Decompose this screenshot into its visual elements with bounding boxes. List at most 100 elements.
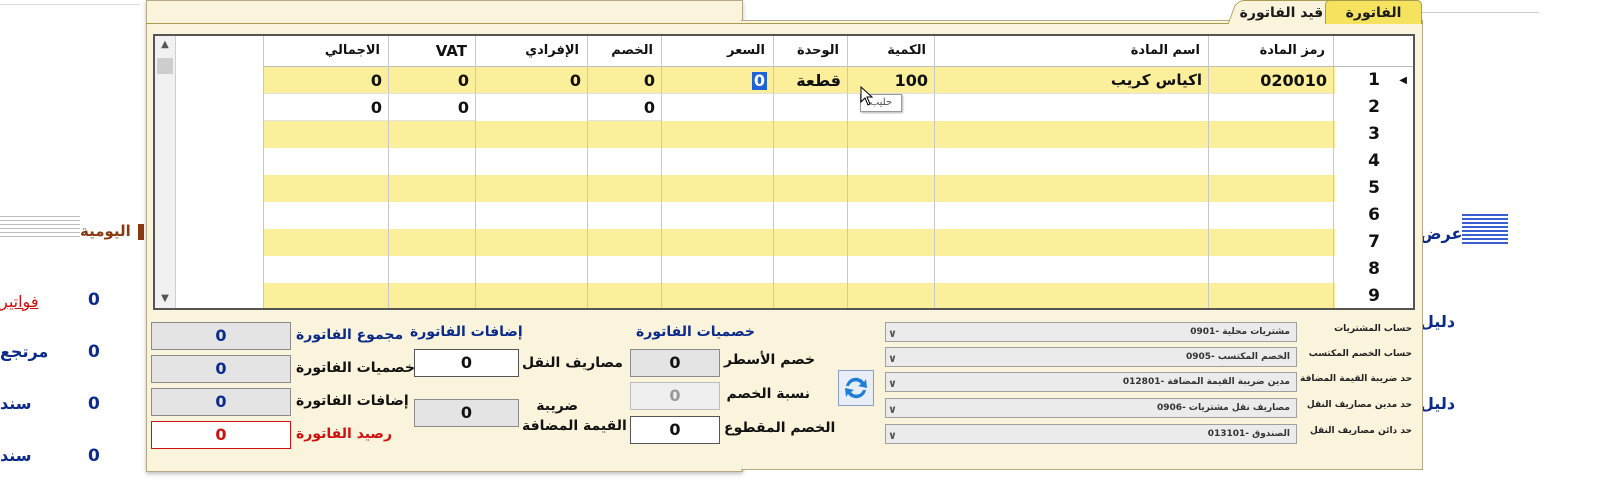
bg-list-icon xyxy=(1462,214,1508,246)
row-number[interactable]: 9 xyxy=(1335,283,1413,308)
row-number[interactable]: 7 xyxy=(1335,229,1413,257)
bg-left-item-label[interactable]: مرتجع xyxy=(0,342,48,361)
line-discount-label: خصم الأسطر xyxy=(724,352,816,368)
table-row[interactable] xyxy=(263,229,1335,256)
cell-price-value[interactable]: 0 xyxy=(751,72,767,90)
bg-left-item-label[interactable]: سند xyxy=(0,446,32,465)
invoice-total-field: 0 xyxy=(151,322,291,350)
invoice-balance-label: رصيد الفاتورة xyxy=(296,426,393,442)
row-number[interactable]: 3 xyxy=(1335,121,1413,149)
chevron-down-icon[interactable]: ∨ xyxy=(888,325,897,341)
account-label: حساب المشتريات xyxy=(1334,324,1412,334)
fixed-discount-input[interactable]: 0 xyxy=(630,416,720,444)
tab-invoice-entry[interactable]: قيد الفاتورة xyxy=(1227,0,1337,24)
account-row-purchases[interactable]: مشتريات محلية -0901 ∨ حساب المشتريات xyxy=(885,322,1415,344)
scroll-down-icon[interactable]: ▼ xyxy=(157,292,173,306)
chevron-down-icon[interactable]: ∨ xyxy=(888,427,897,443)
vat-label-line1: ضريبة xyxy=(536,398,578,414)
row-indicator-icon: ◀ xyxy=(1399,75,1407,86)
col-header-individual[interactable]: الإفرادي xyxy=(475,36,587,66)
col-header-quantity[interactable]: الكمية xyxy=(847,36,934,66)
bg-journal-label[interactable]: اليومية xyxy=(80,222,131,240)
account-label: حد مدين مصاريف النقل xyxy=(1306,400,1412,410)
bg-journal-marker xyxy=(138,224,144,240)
account-select[interactable]: مدين ضريبة القيمة المضافة -012801 ∨ xyxy=(885,372,1297,392)
cell-discount[interactable]: 0 xyxy=(587,67,661,94)
account-select[interactable]: مصاريف نقل مشتريات -0906 ∨ xyxy=(885,398,1297,418)
invoice-discounts-label: خصميات الفاتورة xyxy=(296,360,415,376)
cell-item-name[interactable]: اكياس كريب xyxy=(934,67,1208,94)
cell-item-code[interactable]: 020010 xyxy=(1208,67,1333,94)
cell-price-editing[interactable]: 0 xyxy=(661,67,773,94)
table-row[interactable] xyxy=(263,256,1335,283)
cell-total[interactable]: 0 xyxy=(263,67,388,94)
bg-guide-label-1[interactable]: دليل xyxy=(1420,312,1455,331)
row-number[interactable]: 6 xyxy=(1335,202,1413,230)
row-number[interactable]: 2 xyxy=(1335,94,1413,122)
account-select-value: الخصم المكتسب -0905 xyxy=(1185,352,1290,362)
transport-cost-input[interactable]: 0 xyxy=(414,349,519,377)
row-number[interactable]: 1 ◀ xyxy=(1335,67,1413,95)
table-row[interactable] xyxy=(263,283,1335,308)
account-select[interactable]: الخصم المكتسب -0905 ∨ xyxy=(885,347,1297,367)
invoice-total-label: مجموع الفاتورة xyxy=(296,327,404,343)
cell-individual[interactable]: 0 xyxy=(475,67,587,94)
col-header-item-code[interactable]: رمز المادة xyxy=(1208,36,1333,66)
bg-separator-left xyxy=(0,216,80,238)
scroll-up-icon[interactable]: ▲ xyxy=(157,38,173,52)
bg-left-item-count: 0 xyxy=(88,342,100,362)
chevron-down-icon[interactable]: ∨ xyxy=(888,401,897,417)
vat-label-line2: القيمة المضافة xyxy=(522,418,627,434)
table-row[interactable] xyxy=(263,202,1335,229)
cell-vat[interactable]: 0 xyxy=(388,67,475,94)
invoice-additions-label: إضافات الفاتورة xyxy=(296,393,409,409)
account-label: حساب الخصم المكتسب xyxy=(1308,349,1412,359)
line-discount-field: 0 xyxy=(630,349,720,377)
row-number[interactable]: 8 xyxy=(1335,256,1413,284)
account-select-value: مدين ضريبة القيمة المضافة -012801 xyxy=(1122,377,1290,387)
table-row[interactable] xyxy=(263,121,1335,148)
account-select[interactable]: مشتريات محلية -0901 ∨ xyxy=(885,322,1297,342)
bg-top-frame xyxy=(0,0,140,5)
grid-scrollbar[interactable]: ▲ ▼ xyxy=(155,36,176,308)
cell-vat[interactable]: 0 xyxy=(388,94,475,121)
swap-accounts-button[interactable] xyxy=(838,370,874,406)
cell-total[interactable]: 0 xyxy=(263,94,388,121)
col-header-discount[interactable]: الخصم xyxy=(587,36,661,66)
table-row[interactable] xyxy=(263,175,1335,202)
col-header-price[interactable]: السعر xyxy=(661,36,773,66)
account-row-transport-credit[interactable]: الصندوق -013101 ∨ حد دائن مصاريف النقل xyxy=(885,424,1415,446)
account-select-value: مشتريات محلية -0901 xyxy=(1190,327,1290,337)
bg-left-item-label[interactable]: فواتير xyxy=(0,292,38,311)
additions-title: إضافات الفاتورة xyxy=(410,324,523,340)
chevron-down-icon[interactable]: ∨ xyxy=(888,375,897,391)
account-select-value: مصاريف نقل مشتريات -0906 xyxy=(1157,403,1290,413)
discount-rate-label: نسبة الخصم xyxy=(726,386,810,402)
bg-guide-label-2[interactable]: دليل xyxy=(1420,394,1455,413)
chevron-down-icon[interactable]: ∨ xyxy=(888,350,897,366)
invoice-additions-field: 0 xyxy=(151,388,291,416)
col-header-item-name[interactable]: اسم المادة xyxy=(934,36,1208,66)
transport-cost-label: مصاريف النقل xyxy=(522,355,623,371)
bg-left-item-count: 0 xyxy=(88,394,100,414)
bg-view-label[interactable]: عرض xyxy=(1420,224,1462,243)
row-number[interactable]: 5 xyxy=(1335,175,1413,203)
bg-left-item-label[interactable]: سند xyxy=(0,394,32,413)
items-grid[interactable]: ▲ ▼ الاجمالي VAT الإفرادي الخصم السعر ال… xyxy=(153,34,1415,310)
discount-rate-input[interactable]: 0 xyxy=(630,382,720,410)
table-row[interactable] xyxy=(263,148,1335,175)
col-header-unit[interactable]: الوحدة xyxy=(773,36,847,66)
col-header-total[interactable]: الاجمالي xyxy=(263,36,388,66)
account-row-transport-debit[interactable]: مصاريف نقل مشتريات -0906 ∨ حد مدين مصاريف… xyxy=(885,398,1415,420)
cell-discount[interactable]: 0 xyxy=(587,94,661,121)
account-row-vat[interactable]: مدين ضريبة القيمة المضافة -012801 ∨ حد ضر… xyxy=(885,372,1415,394)
cell-unit[interactable]: قطعة xyxy=(773,67,847,94)
account-row-earned-discount[interactable]: الخصم المكتسب -0905 ∨ حساب الخصم المكتسب xyxy=(885,347,1415,369)
account-select[interactable]: الصندوق -013101 ∨ xyxy=(885,424,1297,444)
tab-invoice[interactable]: الفاتورة xyxy=(1325,0,1422,24)
bg-left-item-count: 0 xyxy=(88,446,100,466)
col-header-vat[interactable]: VAT xyxy=(388,36,475,66)
row-number[interactable]: 4 xyxy=(1335,148,1413,176)
refresh-arrows-icon xyxy=(845,377,867,399)
scroll-thumb[interactable] xyxy=(157,58,173,74)
